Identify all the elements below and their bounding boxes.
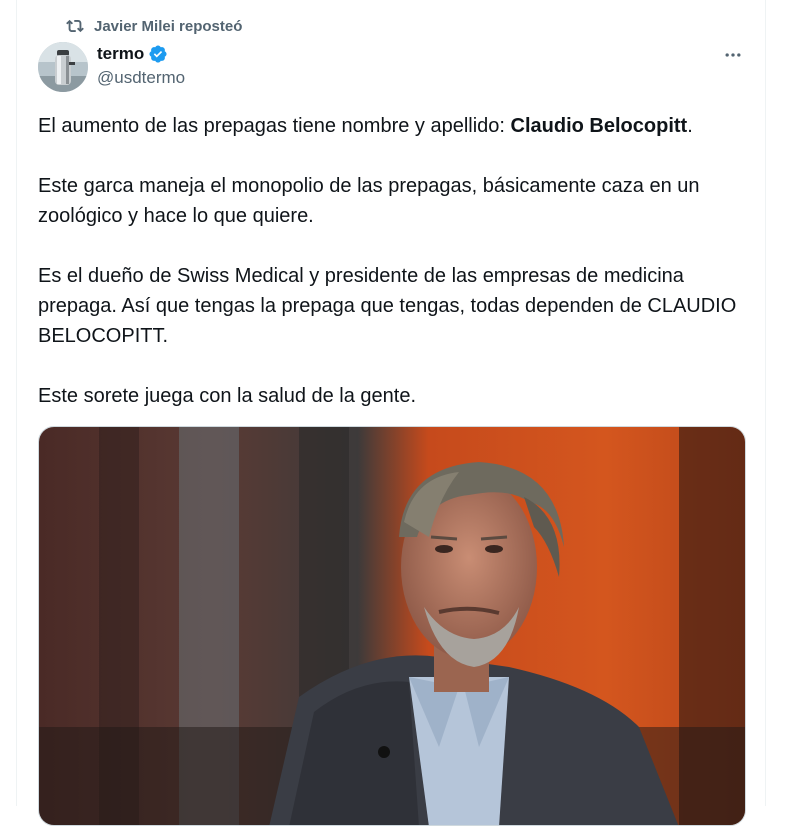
tweet-media-image[interactable] <box>38 426 746 826</box>
tweet-paragraph-3: Es el dueño de Swiss Medical y president… <box>38 265 737 347</box>
tweet-paragraph-1: El aumento de las prepagas tiene nombre … <box>38 115 693 137</box>
more-options-button[interactable] <box>716 40 750 70</box>
handle[interactable]: @usdtermo <box>97 68 185 88</box>
repost-label: Javier Milei reposteó <box>94 17 243 35</box>
repost-icon <box>66 19 84 33</box>
author-block: termo @usdtermo <box>97 43 185 88</box>
avatar[interactable] <box>38 42 88 92</box>
thermos-avatar-image <box>38 42 88 92</box>
tweet-text: El aumento de las prepagas tiene nombre … <box>38 111 752 441</box>
photo-man-portrait <box>39 427 745 825</box>
repost-context[interactable]: Javier Milei reposteó <box>66 15 242 37</box>
more-dots-icon <box>725 53 741 57</box>
display-name[interactable]: termo <box>97 44 144 64</box>
tweet-paragraph-2: Este garca maneja el monopolio de las pr… <box>38 175 700 227</box>
bold-name: Claudio Belocopitt <box>510 115 688 137</box>
tweet-paragraph-4: Este sorete juega con la salud de la gen… <box>38 385 417 407</box>
verified-badge-icon[interactable] <box>148 44 168 64</box>
